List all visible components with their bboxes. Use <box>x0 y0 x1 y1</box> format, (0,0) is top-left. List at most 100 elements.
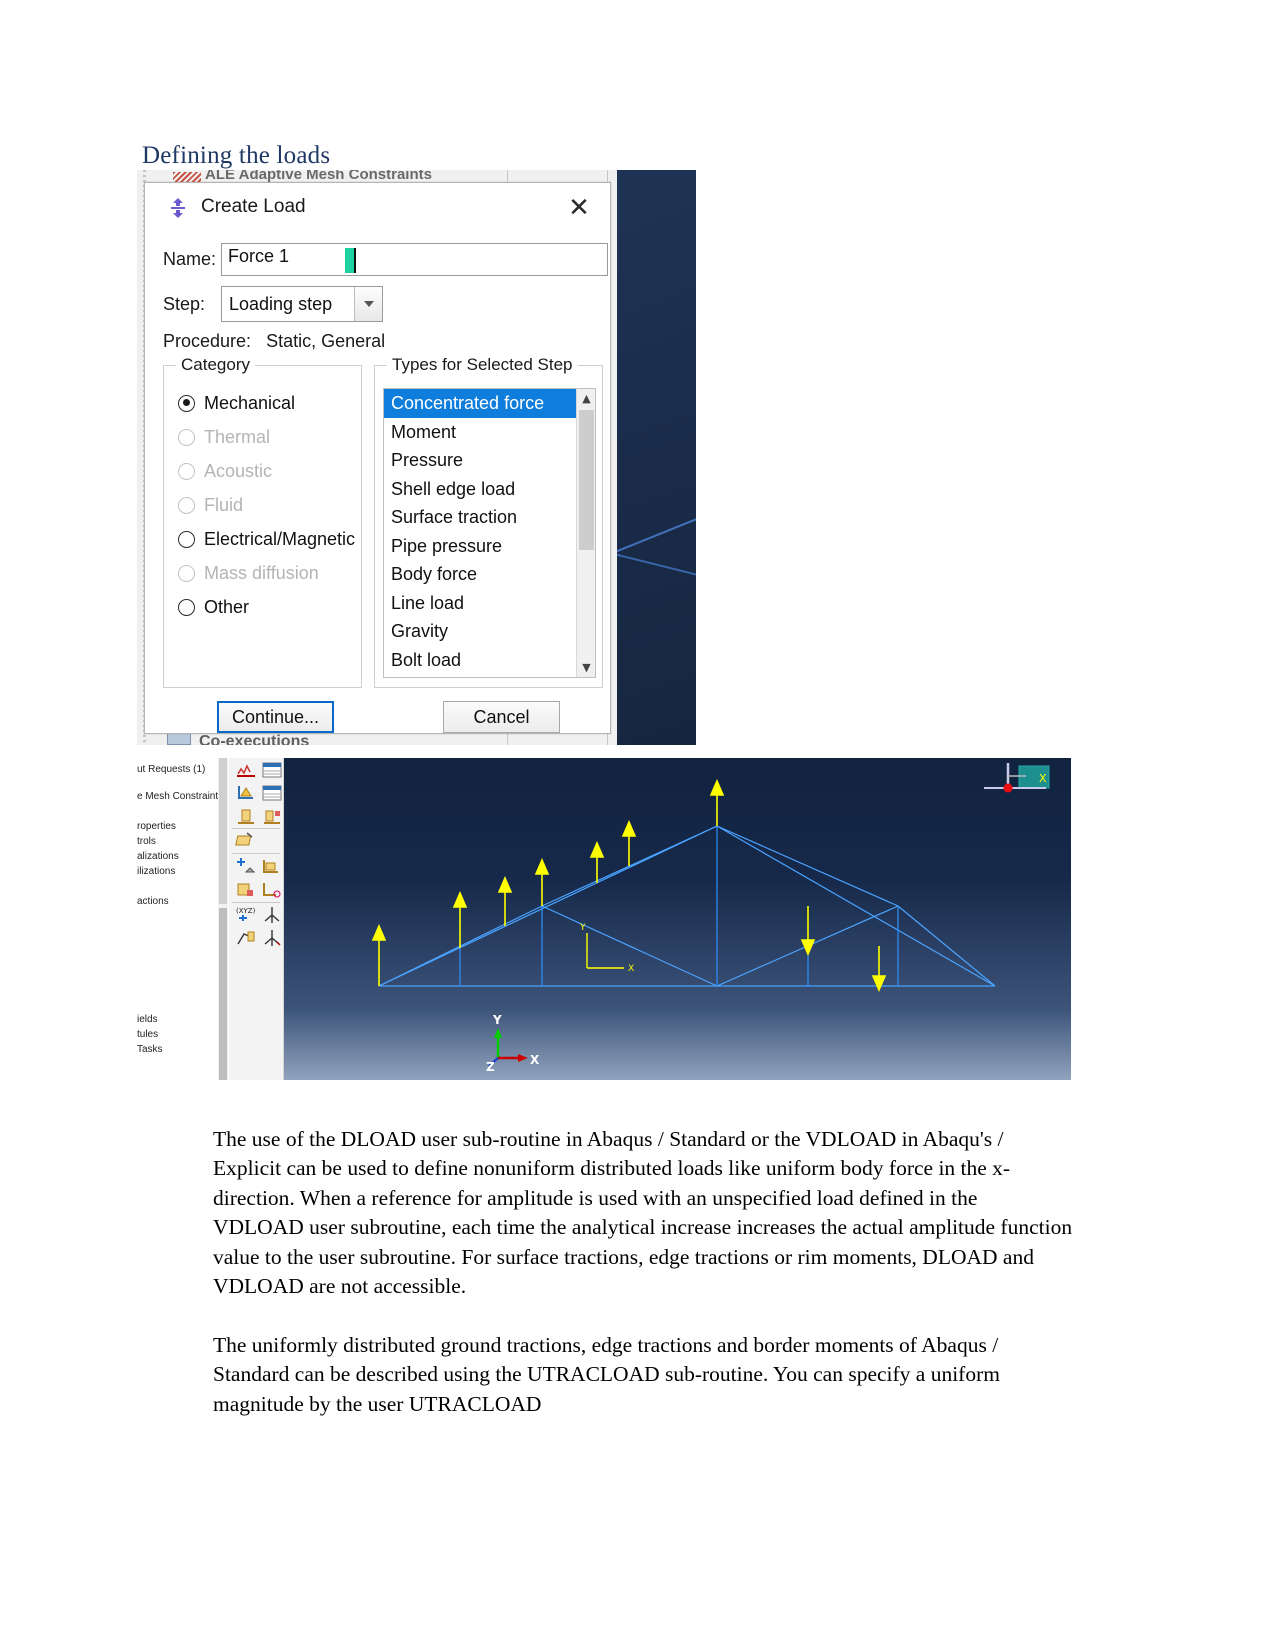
tree-item[interactable]: Tasks <box>137 1044 163 1055</box>
category-label: Electrical/Magnetic <box>204 528 356 549</box>
tree-item[interactable]: ilizations <box>137 866 175 877</box>
category-group: Category Mechanical Thermal Acoustic Flu… <box>163 355 362 688</box>
continue-button[interactable]: Continue... <box>217 701 334 733</box>
background-tree-item-bottom: Co-executions <box>199 733 310 745</box>
datum-plane-icon[interactable] <box>261 928 283 948</box>
category-radio-mass-diffusion: Mass diffusion <box>178 562 319 584</box>
step-row: Step: Loading step <box>163 286 603 324</box>
step-selected-value: Loading step <box>229 293 333 314</box>
truss-members <box>378 825 996 987</box>
load-type-item[interactable]: Body force <box>384 560 595 589</box>
amplitude-icon[interactable] <box>235 760 257 780</box>
category-radio-acoustic: Acoustic <box>178 460 272 482</box>
procedure-value: Static, General <box>266 331 386 351</box>
load-type-item[interactable]: Gravity <box>384 617 595 646</box>
category-radio-other[interactable]: Other <box>178 596 249 618</box>
page-title: Defining the loads <box>142 142 331 169</box>
toolbar-divider-3 <box>232 902 280 903</box>
triad-x-label: X <box>530 1053 540 1067</box>
toolbar-divider-2 <box>232 853 280 854</box>
tree-item[interactable]: roperties <box>137 821 176 832</box>
svg-text:(XYZ): (XYZ) <box>236 907 256 915</box>
chevron-down-icon[interactable] <box>354 287 382 321</box>
partition-icon[interactable] <box>261 856 283 876</box>
close-icon[interactable]: ✕ <box>564 193 594 223</box>
load-create-icon[interactable] <box>235 783 257 803</box>
category-label: Mechanical <box>204 392 296 413</box>
radio-icon <box>178 564 195 582</box>
add-set-icon[interactable] <box>235 856 257 876</box>
global-triad <box>488 1028 528 1067</box>
name-input-value: Force 1 <box>228 246 290 266</box>
load-type-item[interactable]: Surface traction <box>384 503 595 532</box>
radio-icon <box>178 394 195 412</box>
datum-csys-icon[interactable]: (XYZ) <box>235 905 257 925</box>
datum-point-icon[interactable] <box>261 905 283 925</box>
amplitude-table-icon[interactable] <box>261 760 283 780</box>
category-label: Thermal <box>204 426 271 447</box>
load-type-item[interactable]: Pressure <box>384 446 595 475</box>
category-group-title: Category <box>176 355 255 375</box>
tree-item[interactable]: tules <box>137 1029 158 1040</box>
load-manager-icon[interactable] <box>261 783 283 803</box>
tree-item[interactable]: alizations <box>137 851 179 862</box>
chevron-up-icon[interactable]: ▲ <box>577 389 595 408</box>
tree-item[interactable]: actions <box>137 896 169 907</box>
category-radio-mechanical[interactable]: Mechanical <box>178 392 295 414</box>
module-toolbox[interactable]: (XYZ) <box>229 758 284 1080</box>
load-type-list[interactable]: Concentrated force Moment Pressure Shell… <box>383 388 596 678</box>
triad-y-label: Y <box>492 1013 502 1027</box>
load-type-item[interactable]: Concentrated force <box>384 389 595 418</box>
load-type-item[interactable]: Line load <box>384 589 595 618</box>
tree-scrollbar[interactable] <box>218 758 228 1080</box>
tree-item[interactable]: trols <box>137 836 156 847</box>
step-label: Step: <box>163 294 206 314</box>
types-group-title: Types for Selected Step <box>387 355 578 375</box>
category-radio-fluid: Fluid <box>178 494 243 516</box>
chevron-down-icon[interactable]: ▼ <box>577 658 595 677</box>
radio-icon <box>178 598 195 616</box>
boundary-manager-icon[interactable] <box>261 806 283 826</box>
list-scrollbar[interactable]: ▲ ▼ <box>576 389 595 677</box>
category-label: Acoustic <box>204 460 273 481</box>
compass-x-label: X <box>1039 772 1047 785</box>
query-icon[interactable] <box>261 879 283 899</box>
datum-axis-icon[interactable] <box>235 928 257 948</box>
edit-set-icon[interactable] <box>235 879 257 899</box>
mesh-icon <box>173 172 201 182</box>
types-group: Types for Selected Step Concentrated for… <box>374 355 603 688</box>
scrollbar-thumb[interactable] <box>579 410 594 550</box>
radio-icon <box>178 428 195 446</box>
step-dropdown[interactable]: Loading step <box>221 286 383 322</box>
load-type-item[interactable]: Bolt load <box>384 646 595 675</box>
category-label: Other <box>204 596 250 617</box>
body-paragraph-1: The use of the DLOAD user sub-routine in… <box>213 1127 1073 1299</box>
name-row: Name: Force 1 <box>163 243 608 277</box>
load-arrows-down <box>800 906 887 993</box>
local-axis-indicator <box>586 933 624 969</box>
triad-z-label: Z <box>486 1060 495 1074</box>
category-label: Mass diffusion <box>204 562 319 583</box>
category-radio-electrical-magnetic[interactable]: Electrical/Magnetic <box>178 528 355 550</box>
cancel-button[interactable]: Cancel <box>443 701 560 733</box>
name-input[interactable]: Force 1 <box>221 243 608 276</box>
load-type-item[interactable]: Moment <box>384 418 595 447</box>
tree-item[interactable]: ut Requests (1) <box>137 764 205 775</box>
local-axis-x-label: X <box>628 964 634 974</box>
load-arrows-up <box>371 778 725 986</box>
scrollbar-thumb[interactable] <box>219 908 227 1080</box>
create-load-dialog: Create Load ✕ Name: Force 1 Step: Loadin… <box>144 182 611 734</box>
predefined-field-icon[interactable] <box>235 830 257 850</box>
tree-item[interactable]: ields <box>137 1014 158 1025</box>
model-viewport[interactable]: Y X X Y Z X <box>284 758 1071 1080</box>
procedure-row: Procedure: Static, General <box>163 331 385 352</box>
create-load-screenshot: ALE Adaptive Mesh Constraints Co-executi… <box>137 170 696 745</box>
load-type-item[interactable]: Shell edge load <box>384 475 595 504</box>
radio-icon <box>178 530 195 548</box>
procedure-label: Procedure: <box>163 331 252 351</box>
load-type-item[interactable]: Pipe pressure <box>384 532 595 561</box>
text-cursor <box>354 248 356 273</box>
boundary-condition-icon[interactable] <box>235 806 257 826</box>
view-compass[interactable]: X <box>984 763 1050 793</box>
tree-item[interactable]: e Mesh Constraints <box>137 791 223 802</box>
